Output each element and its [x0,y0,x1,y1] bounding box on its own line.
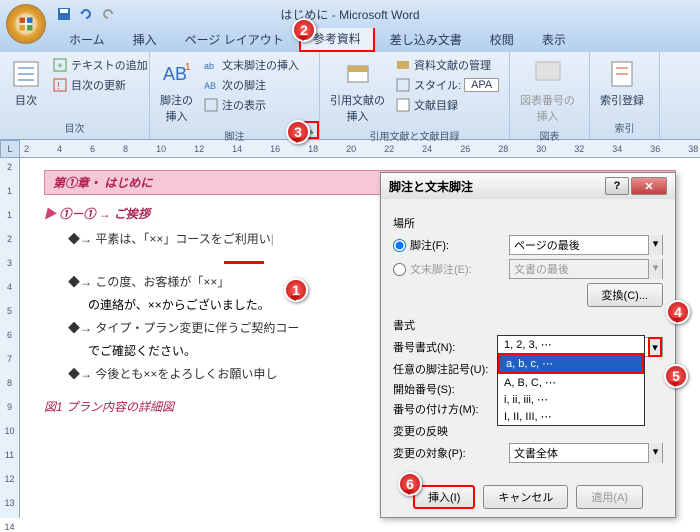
footnote-position-select[interactable]: ページの最後▾ [509,235,663,255]
office-button[interactable] [6,4,46,44]
show-notes-icon [203,97,219,113]
tab-mailings[interactable]: 差し込み文書 [377,27,475,52]
title-bar: はじめに - Microsoft Word [0,0,700,28]
office-icon [13,11,39,37]
group-index: 索引登録 索引 [590,52,660,139]
svg-text:+: + [57,61,63,72]
index-label: 索引登録 [600,92,644,108]
dialog-titlebar[interactable]: 脚注と文末脚注 ? ✕ [381,173,675,199]
group-index-label: 索引 [596,118,653,135]
group-caption: 図表番号の 挿入 図表 [510,52,590,139]
citation-label: 引用文献の 挿入 [330,92,385,124]
footnote-label: 脚注の 挿入 [160,92,193,124]
callout-5: 5 [664,364,688,388]
format-label: 書式 [393,317,663,333]
update-toc-button[interactable]: !目次の更新 [50,76,150,94]
convert-button[interactable]: 変換(C)... [587,283,663,307]
update-icon: ! [52,77,68,93]
vertical-ruler[interactable]: 211234567891011121314 [0,158,20,518]
dd-item-selected[interactable]: a, b, c, ⋯ [498,353,644,374]
biblio-icon [395,97,411,113]
callout-3: 3 [286,120,310,144]
callout-4: 4 [666,300,690,324]
toc-icon [10,58,42,90]
tab-layout[interactable]: ページ レイアウト [172,27,297,52]
undo-icon[interactable] [78,6,94,22]
tab-insert[interactable]: 挿入 [120,27,170,52]
svg-text:AB: AB [204,81,216,91]
tab-home[interactable]: ホーム [56,27,118,52]
citation-icon [342,58,374,90]
tab-review[interactable]: 校閲 [477,27,527,52]
help-button[interactable]: ? [605,177,629,195]
ruler-corner: L [0,140,20,158]
insert-button[interactable]: 挿入(I) [413,485,475,509]
start-at-label: 開始番号(S): [393,381,503,397]
index-icon [606,58,638,90]
style-icon [395,77,411,93]
endnote-position-select: 文書の最後▾ [509,259,663,279]
add-text-button[interactable]: +テキストの追加 [50,56,150,74]
dialog-title: 脚注と文末脚注 [389,178,473,195]
svg-text:1: 1 [185,62,191,73]
insert-endnote-button[interactable]: ab文末脚注の挿入 [201,56,301,74]
callout-2: 2 [292,18,316,42]
custom-mark-label: 任意の脚注記号(U): [393,361,503,377]
manage-sources-button[interactable]: 資料文献の管理 [393,56,501,74]
caption-icon [532,58,564,90]
dd-item[interactable]: I, II, III, ⋯ [498,408,644,425]
svg-text:AB: AB [163,64,187,84]
citation-style-button[interactable]: スタイル: APA [393,76,501,94]
quick-access-toolbar [56,6,116,22]
ribbon: 目次 +テキストの追加 !目次の更新 目次 AB1 脚注の 挿入 ab文末脚注の… [0,52,700,140]
insert-footnote-button[interactable]: AB1 脚注の 挿入 [156,56,197,126]
tab-view[interactable]: 表示 [529,27,579,52]
apply-to-select[interactable]: 文書全体▾ [509,443,663,463]
add-text-icon: + [52,57,68,73]
group-citation: 引用文献の 挿入 資料文献の管理 スタイル: APA 文献目録 引用文献と文献目… [320,52,510,139]
footnote-dialog: 脚注と文末脚注 ? ✕ 場所 脚注(F): ページの最後▾ 文末脚注(E): 文… [380,172,676,518]
number-format-dropdown-list: 1, 2, 3, ⋯ a, b, c, ⋯ A, B, C, ⋯ i, ii, … [497,335,645,426]
show-notes-button[interactable]: 注の表示 [201,96,301,114]
save-icon[interactable] [56,6,72,22]
dd-item[interactable]: 1, 2, 3, ⋯ [498,336,644,353]
group-caption-label: 図表 [516,126,583,143]
dd-item[interactable]: i, ii, iii, ⋯ [498,391,644,408]
close-button[interactable]: ✕ [631,177,667,195]
dd-item[interactable]: A, B, C, ⋯ [498,374,644,391]
location-label: 場所 [393,215,663,231]
number-format-label: 番号書式(N): [393,339,503,355]
svg-text:!: ! [57,81,60,92]
next-footnote-icon: AB [203,77,219,93]
insert-citation-button[interactable]: 引用文献の 挿入 [326,56,389,126]
toc-button[interactable]: 目次 [6,56,46,118]
footnote-radio[interactable]: 脚注(F): [393,237,503,253]
red-underline [224,261,264,264]
numbering-label: 番号の付け方(M): [393,401,503,417]
cancel-button[interactable]: キャンセル [483,485,568,509]
endnote-radio[interactable]: 文末脚注(E): [393,261,503,277]
toc-label: 目次 [15,92,37,108]
footnote-icon: AB1 [161,58,193,90]
redo-icon[interactable] [100,6,116,22]
svg-text:ab: ab [204,61,214,71]
group-citation-label: 引用文献と文献目録 [326,126,503,143]
callout-6: 6 [398,472,422,496]
mark-index-button[interactable]: 索引登録 [596,56,648,118]
apply-button: 適用(A) [576,485,643,509]
group-toc-label: 目次 [6,118,143,135]
ribbon-tabs: ホーム 挿入 ページ レイアウト 参考資料 差し込み文書 校閲 表示 [0,28,700,52]
endnote-icon: ab [203,57,219,73]
apply-to-label: 変更の対象(P): [393,445,503,461]
insert-caption-button[interactable]: 図表番号の 挿入 [516,56,579,126]
callout-1: 1 [284,278,308,302]
manage-icon [395,57,411,73]
caption-label: 図表番号の 挿入 [520,92,575,124]
next-footnote-button[interactable]: AB次の脚注 [201,76,301,94]
bibliography-button[interactable]: 文献目録 [393,96,501,114]
group-toc: 目次 +テキストの追加 !目次の更新 目次 [0,52,150,139]
